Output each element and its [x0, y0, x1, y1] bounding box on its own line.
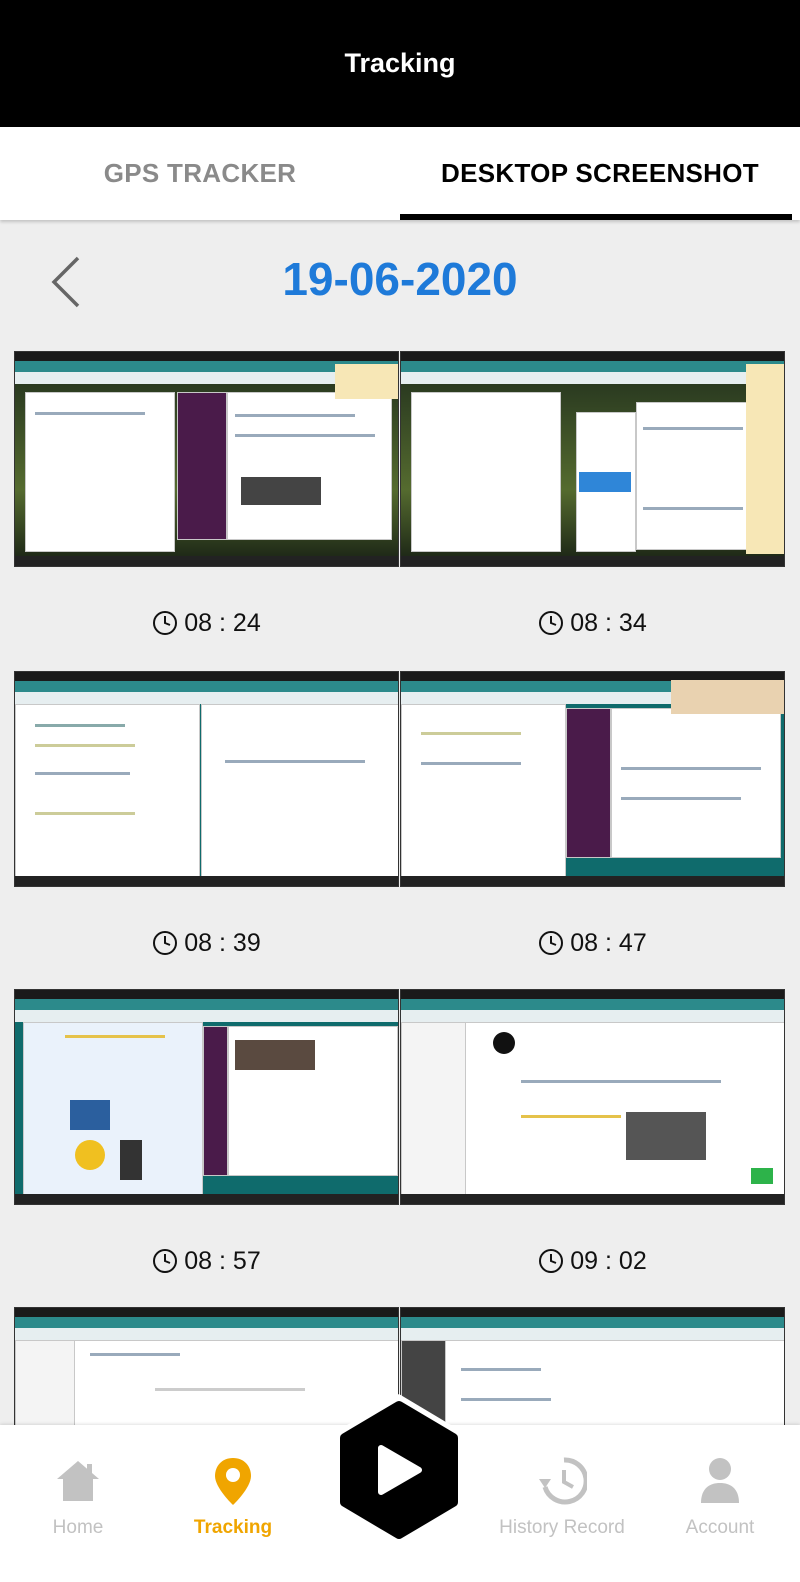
clock-icon: [153, 931, 178, 955]
screenshot-thumbnail[interactable]: [400, 351, 785, 567]
screenshot-item: 08 : 39: [14, 671, 399, 973]
clock-icon: [153, 611, 178, 635]
screenshot-thumbnail[interactable]: [400, 671, 785, 887]
screenshot-item: 08 : 57: [14, 989, 399, 1291]
home-icon: [57, 1461, 99, 1501]
selected-date: 19-06-2020: [282, 253, 518, 305]
screenshot-time: 08 : 39: [14, 913, 399, 973]
nav-history-record[interactable]: History Record: [487, 1425, 637, 1582]
tab-bar: GPS TRACKER DESKTOP SCREENSHOT: [0, 127, 800, 220]
clock-icon: [153, 1249, 178, 1273]
screenshot-item: 09 : 02: [400, 989, 785, 1291]
app-header: Tracking: [0, 0, 800, 127]
page-title: Tracking: [344, 48, 456, 78]
history-icon: [539, 1457, 587, 1505]
tab-gps-tracker[interactable]: GPS TRACKER: [0, 127, 400, 220]
screenshot-time: 09 : 02: [400, 1231, 785, 1291]
screenshot-time: 08 : 24: [14, 593, 399, 653]
screenshot-thumbnail[interactable]: [14, 351, 399, 567]
screenshot-item: 08 : 34: [400, 351, 785, 653]
nav-tracking[interactable]: Tracking: [158, 1425, 308, 1582]
screenshot-time: 08 : 47: [400, 913, 785, 973]
screenshot-thumbnail[interactable]: [400, 989, 785, 1205]
clock-icon: [539, 611, 564, 635]
person-icon: [701, 1458, 739, 1503]
clock-icon: [539, 931, 564, 955]
location-pin-icon: [215, 1458, 251, 1505]
clock-icon: [539, 1249, 564, 1273]
screenshot-thumbnail[interactable]: [14, 671, 399, 887]
screenshot-time: 08 : 34: [400, 593, 785, 653]
nav-account[interactable]: Account: [645, 1425, 795, 1582]
screenshot-thumbnail[interactable]: [14, 989, 399, 1205]
screenshot-item: 08 : 47: [400, 671, 785, 973]
play-icon[interactable]: [335, 1392, 463, 1548]
screenshot-time: 08 : 57: [14, 1231, 399, 1291]
nav-home[interactable]: Home: [3, 1425, 153, 1582]
tab-desktop-screenshot[interactable]: DESKTOP SCREENSHOT: [400, 127, 800, 220]
screenshot-item: 08 : 24: [14, 351, 399, 653]
date-navigator: 19-06-2020: [0, 240, 800, 325]
